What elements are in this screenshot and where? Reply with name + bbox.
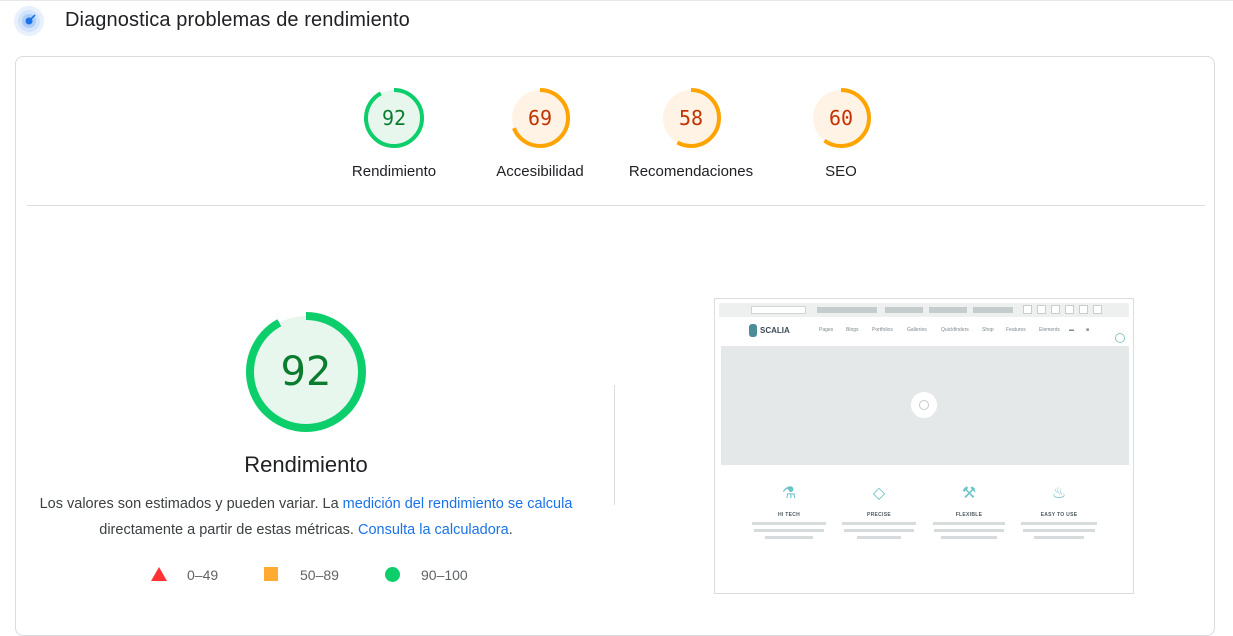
thumb-feature-title: PRECISE	[866, 512, 892, 518]
calculator-link[interactable]: Consulta la calculadora	[358, 522, 509, 538]
thumb-feature: ♨ EASY TO USE	[1019, 485, 1099, 539]
gauge-ring: 92	[363, 87, 425, 149]
gauge-label: Accesibilidad	[496, 163, 584, 180]
dish-icon: ♨	[1051, 485, 1067, 502]
flask-icon: ⚗	[781, 485, 797, 502]
thumb-social-icon	[1093, 305, 1102, 314]
tools-icon: ⚒	[961, 485, 977, 502]
thumb-menu-item: Blogs	[846, 327, 859, 333]
section-divider	[27, 205, 1205, 206]
thumb-email	[973, 307, 1013, 313]
final-screenshot: SCALIA Pages Blogs Portfolios Galleries …	[714, 298, 1134, 594]
legend-range: 90–100	[421, 567, 468, 583]
gauge-ring: 58	[660, 87, 722, 149]
thumb-social-icon	[1051, 305, 1060, 314]
thumb-phone	[885, 307, 923, 313]
section-title: Diagnostica problemas de rendimiento	[65, 9, 410, 31]
performance-score: 92	[280, 349, 332, 395]
thumb-feature-title: HI TECH	[777, 512, 801, 518]
thumb-feature-title: EASY TO USE	[1040, 512, 1078, 518]
thumb-gear-icon	[1115, 333, 1125, 343]
thumb-text-line	[934, 529, 1004, 532]
thumb-menu-item: Features	[1006, 327, 1026, 333]
thumb-address	[817, 307, 877, 313]
gauge-rendimiento[interactable]: 92 Rendimiento	[314, 87, 474, 180]
thumb-social-icon	[1023, 305, 1032, 314]
circle-icon	[385, 567, 400, 582]
gauge-accesibilidad[interactable]: 69 Accesibilidad	[460, 87, 620, 180]
thumb-menu-item: Quickfinders	[941, 327, 969, 333]
diagnostics-icon	[14, 6, 44, 36]
thumb-play-icon	[911, 392, 937, 418]
thumb-hero-image	[721, 346, 1129, 465]
thumb-logo-icon	[749, 324, 757, 337]
thumb-text-line	[1034, 536, 1084, 539]
thumb-fax	[929, 307, 967, 313]
thumb-navbar: SCALIA Pages Blogs Portfolios Galleries …	[719, 319, 1129, 343]
desc-text: .	[508, 522, 513, 538]
gauge-recomendaciones[interactable]: 58 Recomendaciones	[611, 87, 771, 180]
thumb-social-icon	[1065, 305, 1074, 314]
thumb-menu-item: Galleries	[907, 327, 927, 333]
thumb-search-box	[751, 306, 806, 314]
desc-text: Los valores son estimados y pueden varia…	[39, 496, 343, 512]
report-card: 92 Rendimiento 69 Accesibilidad 58 Recom…	[15, 56, 1215, 636]
thumb-logo: SCALIA	[760, 326, 790, 335]
thumb-menu-icon: ▬	[1069, 327, 1074, 333]
gauge-score: 58	[678, 106, 704, 130]
thumb-text-line	[857, 536, 901, 539]
thumb-text-line	[1021, 522, 1097, 525]
score-gauges: 92 Rendimiento 69 Accesibilidad 58 Recom…	[16, 57, 1214, 207]
square-icon	[264, 567, 278, 581]
performance-title: Rendimiento	[244, 452, 368, 477]
gauge-label: Rendimiento	[351, 163, 437, 180]
thumb-text-line	[1023, 529, 1095, 532]
thumb-menu-item: Elements	[1039, 327, 1060, 333]
diamond-icon: ◇	[872, 485, 886, 502]
thumb-text-line	[941, 536, 997, 539]
gauge-ring: 60	[810, 87, 872, 149]
thumb-social-icon	[1037, 305, 1046, 314]
gauge-label: SEO	[825, 163, 857, 180]
thumb-menu-item: Portfolios	[872, 327, 893, 333]
desc-text: directamente a partir de estas métricas.	[99, 522, 358, 538]
thumb-text-line	[842, 522, 916, 525]
legend-range: 0–49	[187, 567, 219, 583]
thumb-feature-title: FLEXIBLE	[955, 512, 983, 518]
thumb-social-icon	[1079, 305, 1088, 314]
thumb-text-line	[844, 529, 914, 532]
thumb-feature: ◇ PRECISE	[839, 485, 919, 539]
gauge-seo[interactable]: 60 SEO	[761, 87, 921, 180]
thumb-menu-item: Shop	[982, 327, 994, 333]
performance-description: Los valores son estimados y pueden varia…	[36, 491, 576, 543]
gauge-score: 60	[828, 106, 854, 130]
thumb-feature: ⚒ FLEXIBLE	[929, 485, 1009, 539]
gauge-label: Recomendaciones	[628, 163, 754, 180]
legend-range: 50–89	[300, 567, 339, 583]
thumb-cart-icon: ■	[1086, 327, 1090, 333]
thumb-topbar	[719, 303, 1129, 317]
gauge-ring: 69	[509, 87, 571, 149]
gauge-score: 69	[527, 106, 553, 130]
thumb-menu-item: Pages	[819, 327, 834, 333]
column-divider	[614, 385, 615, 505]
triangle-icon	[151, 567, 167, 581]
gauge-score: 92	[381, 106, 407, 130]
thumb-feature: ⚗ HI TECH	[749, 485, 829, 539]
thumb-text-line	[765, 536, 813, 539]
thumb-text-line	[752, 522, 826, 525]
section-header: Diagnostica problemas de rendimiento	[0, 0, 1233, 42]
thumb-text-line	[754, 529, 824, 532]
score-calculation-link[interactable]: medición del rendimiento se calcula	[343, 496, 573, 512]
thumb-text-line	[933, 522, 1005, 525]
performance-gauge: 92	[245, 311, 367, 433]
